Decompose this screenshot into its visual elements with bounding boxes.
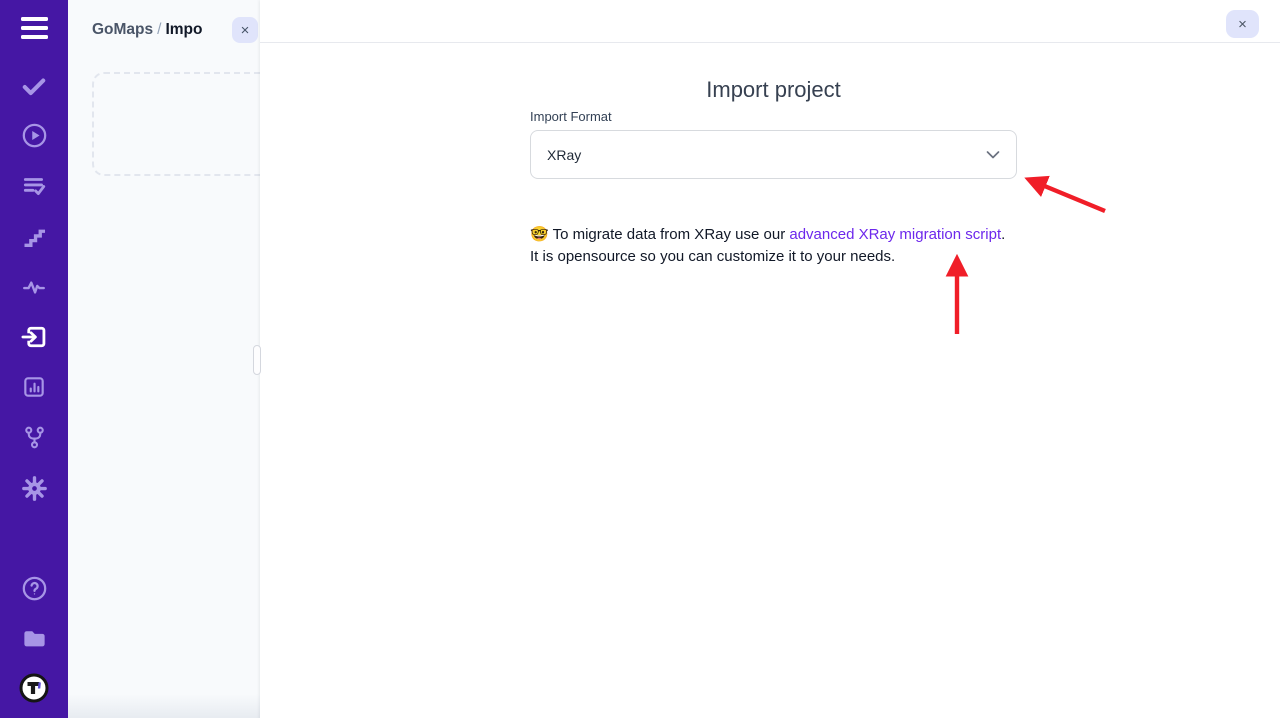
panel-resize-handle[interactable] — [253, 345, 261, 375]
sidebar-item-test-plans[interactable] — [20, 172, 48, 200]
migration-script-link[interactable]: advanced XRay migration script — [789, 226, 1001, 243]
breadcrumb-separator: / — [153, 21, 165, 38]
menu-button[interactable] — [20, 14, 48, 42]
app-logo-button[interactable] — [20, 674, 48, 702]
select-value: XRay — [531, 147, 581, 163]
breadcrumb-page: Impo — [165, 21, 202, 38]
bar-chart-icon — [21, 374, 47, 400]
pulse-icon — [21, 274, 47, 300]
sidebar-item-settings[interactable] — [20, 474, 48, 502]
modal-close-button[interactable]: × — [1226, 10, 1259, 38]
import-icon — [20, 323, 48, 351]
note-text-prefix: To migrate data from XRay use our — [549, 226, 790, 243]
project-panel: GoMaps/Impo — [68, 0, 260, 720]
list-check-icon — [21, 173, 47, 199]
gear-icon — [21, 475, 48, 502]
sidebar-item-tests[interactable] — [20, 72, 48, 100]
sidebar-item-runs[interactable] — [20, 121, 48, 149]
modal-header: × — [260, 0, 1280, 43]
sidebar-item-branches[interactable] — [20, 423, 48, 451]
close-icon: × — [241, 23, 250, 38]
question-icon — [21, 575, 48, 602]
sidebar-item-reports[interactable] — [20, 373, 48, 401]
play-circle-icon — [21, 122, 48, 149]
page-title: Import project — [530, 77, 1017, 103]
chevron-down-icon — [986, 150, 1000, 159]
import-format-select[interactable]: XRay — [530, 130, 1017, 179]
panel-close-button[interactable]: × — [232, 17, 258, 43]
menu-icon — [21, 17, 48, 39]
emoji-icon: 🤓 — [530, 226, 549, 243]
check-icon — [21, 73, 47, 99]
sidebar-item-projects[interactable] — [20, 624, 48, 652]
folder-icon — [21, 625, 48, 652]
sidebar-item-help[interactable] — [20, 574, 48, 602]
breadcrumb-project[interactable]: GoMaps — [92, 21, 153, 38]
sidebar-item-import[interactable] — [20, 323, 48, 351]
import-format-label: Import Format — [530, 109, 612, 124]
stairs-icon — [22, 225, 47, 250]
note-text-suffix: . — [1001, 226, 1005, 243]
import-modal: × Import project Import Format XRay 🤓 To… — [260, 0, 1280, 720]
migration-note: 🤓 To migrate data from XRay use our adva… — [530, 224, 1030, 268]
sidebar-item-steps[interactable] — [20, 223, 48, 251]
sidebar-item-analytics[interactable] — [20, 273, 48, 301]
close-icon: × — [1238, 17, 1247, 32]
breadcrumb: GoMaps/Impo — [92, 21, 203, 39]
logo-icon — [19, 673, 49, 703]
sidebar — [0, 0, 68, 720]
note-line2: It is opensource so you can customize it… — [530, 248, 895, 265]
git-fork-icon — [22, 425, 47, 450]
